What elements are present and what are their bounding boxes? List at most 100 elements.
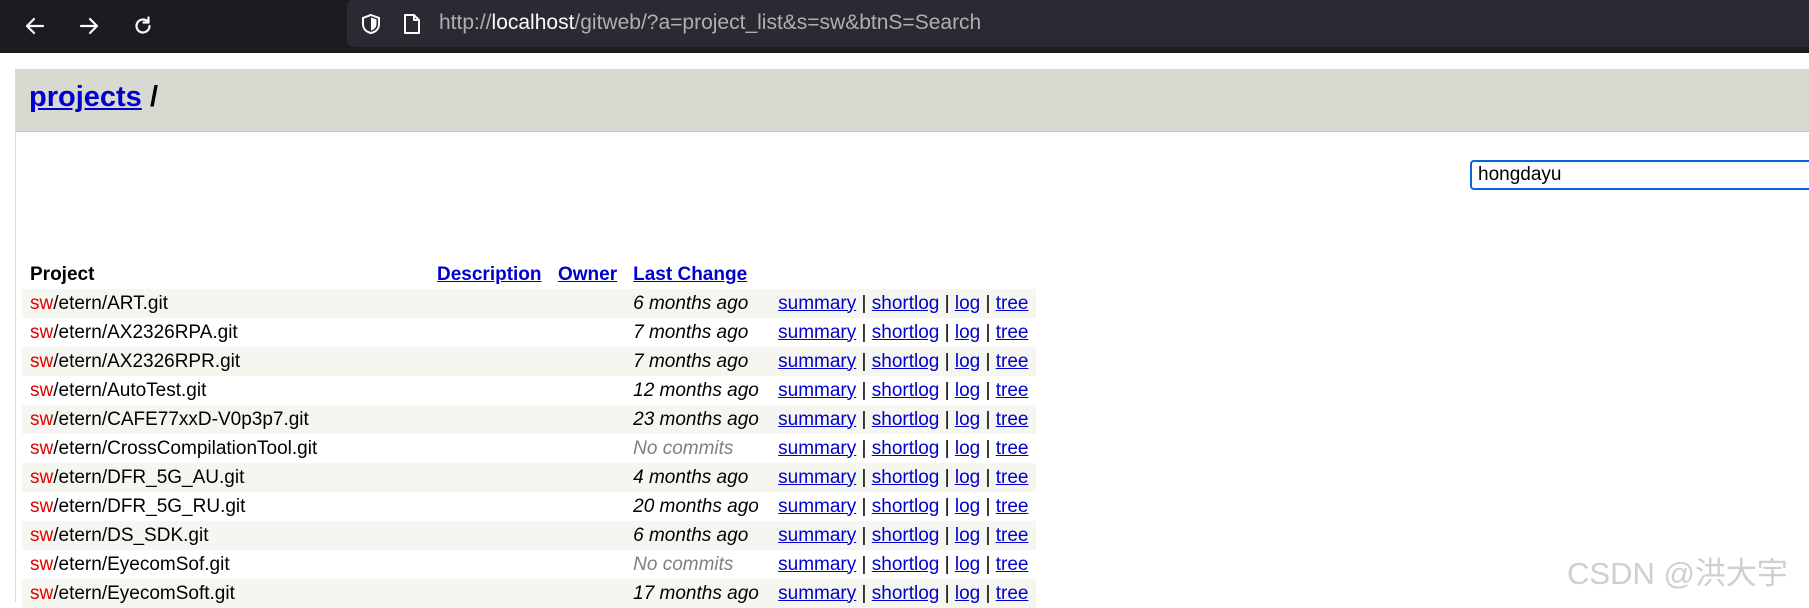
shortlog-link[interactable]: shortlog <box>872 467 940 488</box>
summary-link[interactable]: summary <box>778 293 856 314</box>
reload-button[interactable] <box>124 7 162 45</box>
project-cell[interactable]: sw/etern/AX2326RPA.git <box>22 318 429 347</box>
match-prefix[interactable]: sw <box>30 351 53 372</box>
forward-button[interactable] <box>70 7 108 45</box>
match-prefix[interactable]: sw <box>30 467 53 488</box>
column-header-owner[interactable]: Owner <box>550 261 625 289</box>
tree-link[interactable]: tree <box>996 409 1029 430</box>
match-prefix[interactable]: sw <box>30 583 53 604</box>
column-header-last-change[interactable]: Last Change <box>625 261 770 289</box>
tree-link[interactable]: tree <box>996 554 1029 575</box>
project-links-cell: summary | shortlog | log | tree <box>770 579 1037 608</box>
owner-cell <box>550 463 626 492</box>
summary-link[interactable]: summary <box>778 409 856 430</box>
project-path[interactable]: /etern/CrossCompilationTool.git <box>53 438 317 459</box>
shortlog-link[interactable]: shortlog <box>872 293 940 314</box>
project-path[interactable]: /etern/ART.git <box>53 293 168 314</box>
tree-link[interactable]: tree <box>996 496 1029 517</box>
tree-link[interactable]: tree <box>996 467 1029 488</box>
log-link[interactable]: log <box>955 351 980 372</box>
shield-icon[interactable] <box>360 13 382 35</box>
shortlog-link[interactable]: shortlog <box>872 438 940 459</box>
sort-last-change-link[interactable]: Last Change <box>633 264 747 285</box>
summary-link[interactable]: summary <box>778 554 856 575</box>
log-link[interactable]: log <box>955 438 980 459</box>
summary-link[interactable]: summary <box>778 583 856 604</box>
project-path[interactable]: /etern/AX2326RPR.git <box>53 351 240 372</box>
project-cell[interactable]: sw/etern/EyecomSof.git <box>22 550 429 579</box>
summary-link[interactable]: summary <box>778 380 856 401</box>
log-link[interactable]: log <box>955 293 980 314</box>
tree-link[interactable]: tree <box>996 525 1029 546</box>
shortlog-link[interactable]: shortlog <box>872 554 940 575</box>
match-prefix[interactable]: sw <box>30 525 53 546</box>
project-cell[interactable]: sw/etern/CAFE77xxD-V0p3p7.git <box>22 405 429 434</box>
column-header-description[interactable]: Description <box>429 261 550 289</box>
project-cell[interactable]: sw/etern/AX2326RPR.git <box>22 347 429 376</box>
tree-link[interactable]: tree <box>996 583 1029 604</box>
url-text[interactable]: http://localhost/gitweb/?a=project_list&… <box>439 11 981 35</box>
shortlog-link[interactable]: shortlog <box>872 322 940 343</box>
tree-link[interactable]: tree <box>996 293 1029 314</box>
summary-link[interactable]: summary <box>778 496 856 517</box>
shortlog-link[interactable]: shortlog <box>872 525 940 546</box>
match-prefix[interactable]: sw <box>30 496 53 517</box>
page-icon[interactable] <box>402 13 422 35</box>
project-path[interactable]: /etern/DFR_5G_RU.git <box>53 496 245 517</box>
tree-link[interactable]: tree <box>996 438 1029 459</box>
project-path[interactable]: /etern/AutoTest.git <box>53 380 206 401</box>
link-divider: | <box>944 350 950 372</box>
project-path[interactable]: /etern/EyecomSoft.git <box>53 583 235 604</box>
projects-link[interactable]: projects <box>29 81 142 114</box>
log-link[interactable]: log <box>955 583 980 604</box>
project-cell[interactable]: sw/etern/DFR_5G_RU.git <box>22 492 429 521</box>
project-cell[interactable]: sw/etern/DFR_5G_AU.git <box>22 463 429 492</box>
project-path[interactable]: /etern/EyecomSof.git <box>53 554 229 575</box>
log-link[interactable]: log <box>955 496 980 517</box>
sort-owner-link[interactable]: Owner <box>558 264 617 285</box>
log-link[interactable]: log <box>955 467 980 488</box>
match-prefix[interactable]: sw <box>30 409 53 430</box>
match-prefix[interactable]: sw <box>30 554 53 575</box>
project-path[interactable]: /etern/DS_SDK.git <box>53 525 208 546</box>
shortlog-link[interactable]: shortlog <box>872 380 940 401</box>
owner-cell <box>550 521 626 550</box>
project-path[interactable]: /etern/DFR_5G_AU.git <box>53 467 244 488</box>
tree-link[interactable]: tree <box>996 351 1029 372</box>
log-link[interactable]: log <box>955 409 980 430</box>
back-button[interactable] <box>16 7 54 45</box>
match-prefix[interactable]: sw <box>30 438 53 459</box>
project-cell[interactable]: sw/etern/DS_SDK.git <box>22 521 429 550</box>
link-divider: | <box>944 466 950 488</box>
sort-description-link[interactable]: Description <box>437 264 542 285</box>
shortlog-link[interactable]: shortlog <box>872 409 940 430</box>
log-link[interactable]: log <box>955 322 980 343</box>
url-scheme: http:// <box>439 11 492 34</box>
summary-link[interactable]: summary <box>778 525 856 546</box>
log-link[interactable]: log <box>955 525 980 546</box>
summary-link[interactable]: summary <box>778 351 856 372</box>
shortlog-link[interactable]: shortlog <box>872 351 940 372</box>
project-cell[interactable]: sw/etern/AutoTest.git <box>22 376 429 405</box>
tree-link[interactable]: tree <box>996 380 1029 401</box>
search-input[interactable] <box>1470 160 1809 190</box>
shortlog-link[interactable]: shortlog <box>872 583 940 604</box>
project-path[interactable]: /etern/AX2326RPA.git <box>53 322 237 343</box>
project-path[interactable]: /etern/CAFE77xxD-V0p3p7.git <box>53 409 309 430</box>
project-cell[interactable]: sw/etern/ART.git <box>22 289 429 318</box>
log-link[interactable]: log <box>955 380 980 401</box>
last-change-cell: 6 months ago <box>625 289 771 318</box>
project-cell[interactable]: sw/etern/EyecomSoft.git <box>22 579 429 608</box>
project-cell[interactable]: sw/etern/CrossCompilationTool.git <box>22 434 429 463</box>
url-bar[interactable]: http://localhost/gitweb/?a=project_list&… <box>347 0 1809 47</box>
summary-link[interactable]: summary <box>778 322 856 343</box>
link-divider: | <box>861 321 867 343</box>
tree-link[interactable]: tree <box>996 322 1029 343</box>
match-prefix[interactable]: sw <box>30 380 53 401</box>
log-link[interactable]: log <box>955 554 980 575</box>
match-prefix[interactable]: sw <box>30 293 53 314</box>
shortlog-link[interactable]: shortlog <box>872 496 940 517</box>
match-prefix[interactable]: sw <box>30 322 53 343</box>
summary-link[interactable]: summary <box>778 467 856 488</box>
summary-link[interactable]: summary <box>778 438 856 459</box>
